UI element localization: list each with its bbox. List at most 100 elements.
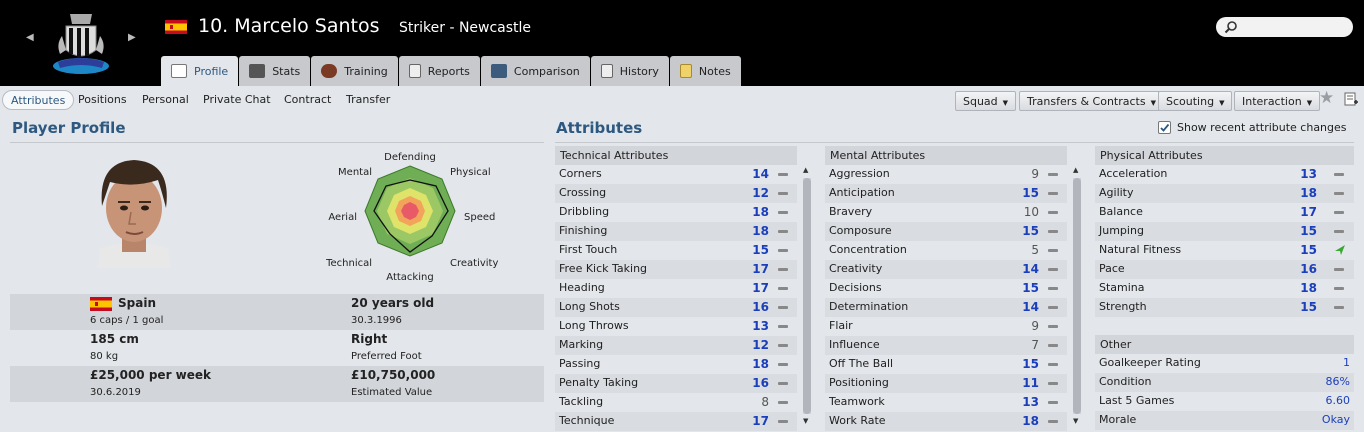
attribute-value: 86% — [1325, 375, 1350, 388]
club-crest-icon[interactable] — [48, 10, 114, 76]
show-changes-checkbox[interactable] — [1158, 121, 1171, 134]
attribute-row[interactable]: Technique 17 — [555, 412, 797, 431]
subnav-contract[interactable]: Contract — [284, 93, 331, 106]
no-change-icon — [1048, 268, 1058, 271]
attribute-row[interactable]: Positioning 11 — [825, 374, 1067, 393]
no-change-icon — [778, 344, 788, 347]
attribute-row[interactable]: Condition 86% — [1095, 373, 1354, 392]
attribute-row[interactable]: Stamina 18 — [1095, 279, 1354, 298]
attribute-row[interactable]: Long Shots 16 — [555, 298, 797, 317]
attribute-row[interactable]: Dribbling 18 — [555, 203, 797, 222]
attribute-row[interactable]: Creativity 14 — [825, 260, 1067, 279]
tab-profile[interactable]: Profile — [161, 56, 239, 86]
transfers-contracts-dropdown[interactable]: Transfers & Contracts ▼ — [1019, 91, 1164, 111]
no-change-icon — [1334, 287, 1344, 290]
attribute-row[interactable]: Composure 15 — [825, 222, 1067, 241]
attribute-row[interactable]: Concentration 5 — [825, 241, 1067, 260]
scroll-up-icon[interactable]: ▲ — [1073, 166, 1078, 174]
star-icon[interactable]: ★ — [1319, 88, 1334, 108]
attribute-row[interactable]: Last 5 Games 6.60 — [1095, 392, 1354, 411]
attribute-row[interactable]: Crossing 12 — [555, 184, 797, 203]
attribute-row[interactable]: Penalty Taking 16 — [555, 374, 797, 393]
attribute-row[interactable]: Aggression 9 — [825, 165, 1067, 184]
tab-label: History — [619, 64, 659, 78]
subnav-transfer[interactable]: Transfer — [346, 93, 390, 106]
tab-reports[interactable]: Reports — [398, 56, 480, 86]
technical-scrollbar[interactable] — [803, 178, 811, 414]
attribute-name: Pace — [1099, 262, 1125, 275]
tab-training[interactable]: Training — [311, 56, 398, 86]
attribute-row[interactable]: Goalkeeper Rating 1 — [1095, 354, 1354, 373]
no-change-icon — [1048, 363, 1058, 366]
attribute-row[interactable]: Teamwork 13 — [825, 393, 1067, 412]
attribute-row[interactable]: Anticipation 15 — [825, 184, 1067, 203]
wage[interactable]: £25,000 per week — [90, 368, 211, 382]
tab-notes[interactable]: Notes — [669, 56, 741, 86]
attribute-row[interactable]: Flair 9 — [825, 317, 1067, 336]
attribute-row[interactable]: Pace 16 — [1095, 260, 1354, 279]
scroll-thumb[interactable] — [1073, 178, 1081, 414]
attribute-row[interactable]: Work Rate 18 — [825, 412, 1067, 431]
no-change-icon — [778, 230, 788, 233]
scroll-down-icon[interactable]: ▼ — [803, 417, 808, 425]
scroll-down-icon[interactable]: ▼ — [1073, 417, 1078, 425]
tab-history[interactable]: History — [590, 56, 669, 86]
tab-label: Notes — [698, 64, 731, 78]
contract-end: 30.6.2019 — [90, 387, 141, 398]
attribute-name: Anticipation — [829, 186, 895, 199]
attribute-row[interactable]: Passing 18 — [555, 355, 797, 374]
no-change-icon — [1334, 306, 1344, 309]
attribute-row[interactable]: Decisions 15 — [825, 279, 1067, 298]
position-club[interactable]: Striker - Newcastle — [399, 20, 531, 36]
attribute-row[interactable]: Balance 17 — [1095, 203, 1354, 222]
preferred-foot: Right — [351, 332, 388, 346]
show-changes-label[interactable]: Show recent attribute changes — [1177, 121, 1347, 134]
add-note-icon[interactable] — [1344, 92, 1359, 107]
attribute-row[interactable]: Jumping 15 — [1095, 222, 1354, 241]
scroll-up-icon[interactable]: ▲ — [803, 166, 808, 174]
attribute-row[interactable]: Tackling 8 — [555, 393, 797, 412]
scouting-dropdown[interactable]: Scouting ▼ — [1158, 91, 1233, 111]
attribute-row[interactable]: Strength 15 — [1095, 298, 1354, 317]
attribute-row[interactable]: Corners 14 — [555, 165, 797, 184]
tab-comparison[interactable]: Comparison — [480, 56, 590, 86]
attribute-value: 17 — [752, 414, 769, 428]
chevron-right-icon[interactable]: ▶ — [128, 32, 136, 43]
subnav-personal[interactable]: Personal — [142, 93, 189, 106]
attribute-row[interactable]: Off The Ball 15 — [825, 355, 1067, 374]
attribute-row[interactable]: Influence 7 — [825, 336, 1067, 355]
attribute-row[interactable]: First Touch 15 — [555, 241, 797, 260]
attribute-value: 17 — [752, 262, 769, 276]
attribute-row[interactable]: Agility 18 — [1095, 184, 1354, 203]
scroll-thumb[interactable] — [803, 178, 811, 414]
subnav-private-chat[interactable]: Private Chat — [203, 93, 271, 106]
technical-attributes-title: Technical Attributes — [555, 146, 797, 165]
attribute-row[interactable]: Determination 14 — [825, 298, 1067, 317]
attribute-row[interactable]: Morale Okay — [1095, 411, 1354, 430]
attribute-value: 18 — [1300, 281, 1317, 295]
attribute-row[interactable]: Heading 17 — [555, 279, 797, 298]
attribute-row[interactable]: Marking 12 — [555, 336, 797, 355]
attribute-row[interactable]: Natural Fitness 15 — [1095, 241, 1354, 260]
search-input[interactable] — [1216, 17, 1353, 37]
chevron-left-icon[interactable]: ◀ — [26, 32, 34, 43]
tab-stats[interactable]: Stats — [239, 56, 311, 86]
attribute-name: Tackling — [559, 395, 604, 408]
attribute-value: 18 — [1300, 186, 1317, 200]
attribute-row[interactable]: Finishing 18 — [555, 222, 797, 241]
subnav-positions[interactable]: Positions — [78, 93, 127, 106]
attribute-value: 14 — [1022, 262, 1039, 276]
preferred-foot-label: Preferred Foot — [351, 351, 422, 362]
nationality[interactable]: Spain — [118, 296, 156, 310]
attribute-row[interactable]: Acceleration 13 — [1095, 165, 1354, 184]
interaction-dropdown[interactable]: Interaction ▼ — [1234, 91, 1321, 111]
attribute-row[interactable]: Long Throws 13 — [555, 317, 797, 336]
radar-label-speed: Speed — [464, 212, 495, 223]
attribute-row[interactable]: Bravery 10 — [825, 203, 1067, 222]
squad-dropdown[interactable]: Squad ▼ — [955, 91, 1017, 111]
subnav-attributes[interactable]: Attributes — [2, 90, 75, 110]
button-label: Scouting — [1166, 95, 1215, 108]
mental-scrollbar[interactable] — [1073, 178, 1081, 414]
attribute-value: 13 — [1300, 167, 1317, 181]
attribute-row[interactable]: Free Kick Taking 17 — [555, 260, 797, 279]
